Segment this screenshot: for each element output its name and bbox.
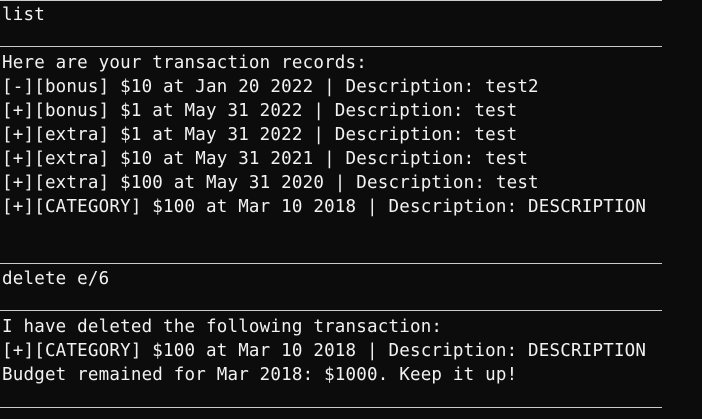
response-header: Here are your transaction records: — [2, 53, 368, 73]
divider-line — [0, 46, 662, 47]
command-input-line: delete e/6 — [2, 269, 110, 289]
response-header: I have deleted the following transaction… — [2, 317, 443, 337]
transaction-record: [+][extra] $1 at May 31 2022 | Descripti… — [2, 125, 518, 145]
transaction-record: [+][bonus] $1 at May 31 2022 | Descripti… — [2, 101, 518, 121]
divider-line — [0, 263, 662, 264]
transaction-record: [+][CATEGORY] $100 at Mar 10 2018 | Desc… — [2, 197, 647, 217]
divider-line — [0, 407, 662, 408]
deleted-transaction: [+][CATEGORY] $100 at Mar 10 2018 | Desc… — [2, 341, 647, 361]
transaction-record: [-][bonus] $10 at Jan 20 2022 | Descript… — [2, 77, 539, 97]
budget-message: Budget remained for Mar 2018: $1000. Kee… — [2, 365, 518, 385]
divider-line — [0, 310, 662, 311]
command-input-line: list — [2, 5, 45, 25]
transaction-record: [+][extra] $10 at May 31 2021 | Descript… — [2, 149, 529, 169]
divider-line — [0, 0, 662, 1]
terminal-window[interactable]: list Here are your transaction records: … — [0, 0, 702, 419]
transaction-record: [+][extra] $100 at May 31 2020 | Descrip… — [2, 173, 539, 193]
